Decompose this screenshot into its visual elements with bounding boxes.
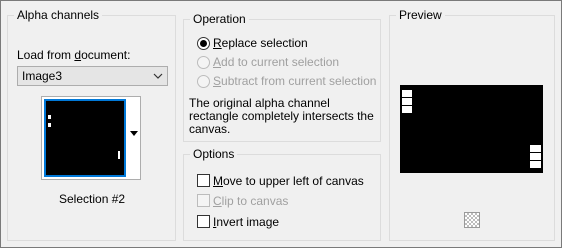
selection-name-label: Selection #2 (59, 192, 126, 206)
thumbnail-mark (48, 115, 51, 119)
alpha-channel-thumbnail[interactable] (41, 96, 141, 180)
add-to-selection-radio[interactable] (197, 56, 210, 69)
operation-description: The original alpha channel rectangle com… (189, 96, 374, 136)
preview-mark (529, 160, 542, 169)
move-to-upper-left-label[interactable]: Move to upper left of canvas (213, 174, 364, 188)
options-title: Options (190, 147, 238, 161)
invert-image-label[interactable]: Invert image (213, 215, 279, 229)
subtract-from-selection-label[interactable]: Subtract from current selection (213, 74, 376, 88)
load-from-document-label: Load from document: (17, 48, 131, 62)
replace-selection-radio[interactable] (197, 37, 210, 50)
alpha-channels-title: Alpha channels (14, 8, 103, 22)
clip-to-canvas-checkbox[interactable] (197, 194, 210, 207)
clip-to-canvas-label[interactable]: Clip to canvas (213, 194, 288, 208)
subtract-from-selection-radio[interactable] (197, 75, 210, 88)
thumbnail-mark (118, 151, 120, 159)
radio-selected-dot (200, 40, 207, 47)
preview-mark (401, 105, 413, 114)
preview-title: Preview (396, 8, 445, 22)
dropdown-arrow-icon[interactable] (130, 131, 138, 137)
move-to-upper-left-checkbox[interactable] (197, 174, 210, 187)
selected-channel-swatch[interactable] (44, 99, 126, 177)
document-select-value: Image3 (22, 69, 63, 83)
transparency-toggle-icon[interactable] (464, 212, 480, 228)
document-select[interactable]: Image3 (17, 66, 168, 86)
chevron-down-icon (153, 73, 163, 79)
operation-title: Operation (190, 12, 249, 26)
add-to-selection-label[interactable]: Add to current selection (213, 55, 339, 69)
thumbnail-mark (48, 123, 51, 127)
preview-canvas (400, 85, 543, 173)
replace-selection-label[interactable]: Replace selection (213, 36, 308, 50)
invert-image-checkbox[interactable] (197, 215, 210, 228)
